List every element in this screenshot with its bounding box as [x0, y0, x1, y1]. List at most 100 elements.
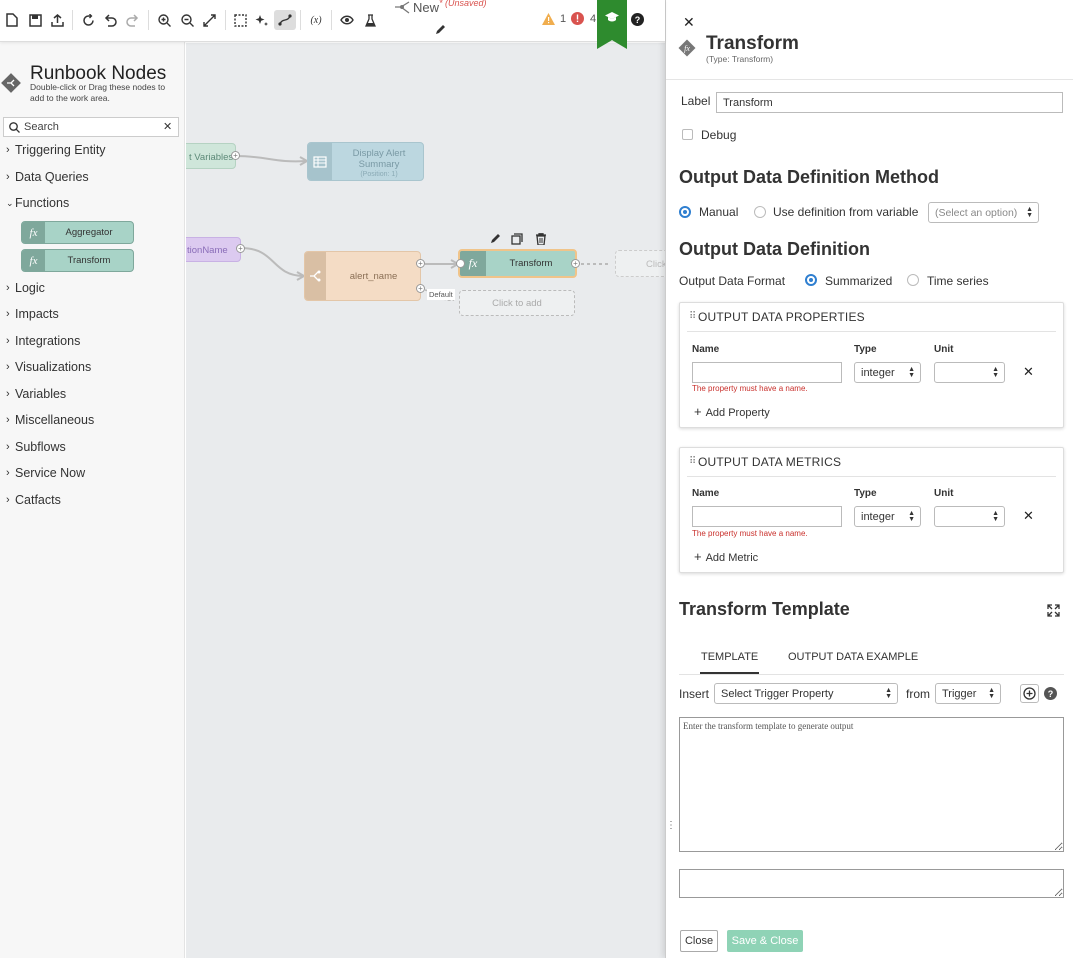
click-to-add-node[interactable]: Click to add [459, 290, 575, 316]
remove-property-icon[interactable]: ✕ [1023, 364, 1034, 380]
output-port[interactable]: + [571, 259, 580, 268]
node-search-input[interactable] [24, 120, 154, 134]
format-summarized-radio[interactable] [805, 274, 817, 286]
output-port[interactable]: + [231, 151, 240, 160]
search-icon [9, 122, 20, 133]
close-icon[interactable]: ✕ [683, 14, 695, 31]
canvas-node-set-variables[interactable]: t Variables [186, 143, 236, 169]
category-miscellaneous[interactable]: › Miscellaneous [6, 413, 94, 427]
insert-source-select[interactable]: Trigger ▲ ▼ [935, 683, 1001, 704]
category-service-now[interactable]: › Service Now [6, 466, 85, 480]
export-icon[interactable] [47, 10, 67, 30]
variables-icon[interactable]: (x) [305, 10, 327, 30]
category-integrations[interactable]: › Integrations [6, 334, 80, 348]
property-type-select[interactable]: integer ▲ ▼ [854, 362, 921, 383]
metric-unit-select[interactable]: ▲ ▼ [934, 506, 1005, 527]
label-field-label: Label [681, 94, 711, 108]
edit-pencil-icon[interactable] [489, 233, 501, 245]
flow-title[interactable]: New [413, 0, 439, 15]
category-functions[interactable]: ⌄ Functions [6, 196, 69, 210]
edit-pencil-icon[interactable] [434, 24, 446, 36]
column-header-name: Name [692, 344, 720, 355]
click-to-add-node[interactable]: Click [615, 250, 665, 277]
column-header-name: Name [692, 488, 720, 499]
panel-type-label: (Type: Transform) [706, 54, 774, 64]
canvas-node-condition[interactable]: tionName [186, 237, 241, 262]
undo-icon[interactable] [100, 10, 120, 30]
drag-handle-icon[interactable]: ⠿ [689, 311, 696, 322]
clear-search-icon[interactable]: ✕ [163, 120, 172, 133]
tab-output-data-example[interactable]: OUTPUT DATA EXAMPLE [788, 651, 918, 663]
input-port[interactable] [456, 259, 465, 268]
metric-type-select[interactable]: integer ▲ ▼ [854, 506, 921, 527]
insert-button[interactable] [1020, 684, 1039, 703]
duplicate-icon[interactable] [511, 233, 523, 245]
resize-handle[interactable]: ⋮ [666, 820, 676, 831]
preview-icon[interactable] [337, 10, 357, 30]
canvas-node-display-alert-summary[interactable]: Display Alert Summary (Position: 1) [307, 142, 424, 181]
expand-icon[interactable] [1047, 604, 1060, 617]
category-data-queries[interactable]: › Data Queries [6, 170, 89, 184]
category-variables[interactable]: › Variables [6, 387, 66, 401]
toolbar: (x) New * (Unsaved) 1 4 ? [0, 0, 665, 49]
category-subflows[interactable]: › Subflows [6, 440, 66, 454]
category-catfacts[interactable]: › Catfacts [6, 493, 61, 507]
test-icon[interactable] [360, 10, 380, 30]
canvas-node-alert-name[interactable]: alert_name [304, 251, 421, 301]
connector-icon[interactable] [274, 10, 296, 30]
variable-select[interactable]: (Select an option) ▲ ▼ [928, 202, 1039, 223]
help-icon[interactable]: ? [1044, 687, 1057, 700]
svg-text:?: ? [635, 15, 641, 25]
chevron-right-icon: › [6, 414, 10, 426]
add-metric-button[interactable]: + Add Metric [694, 549, 758, 564]
auto-layout-icon[interactable] [252, 10, 272, 30]
output-port[interactable]: + [416, 259, 425, 268]
plus-icon: + [694, 549, 702, 564]
select-area-icon[interactable] [230, 10, 250, 30]
category-impacts[interactable]: › Impacts [6, 307, 59, 321]
save-icon[interactable] [25, 10, 45, 30]
property-unit-select[interactable]: ▲ ▼ [934, 362, 1005, 383]
node-properties-panel: ✕ fx Transform (Type: Transform) Label T… [665, 0, 1073, 958]
zoom-out-icon[interactable] [177, 10, 197, 30]
insert-property-select[interactable]: Select Trigger Property ▲ ▼ [714, 683, 898, 704]
output-port[interactable]: + [236, 244, 245, 253]
metric-name-input[interactable] [692, 506, 842, 527]
help-icon[interactable]: ? [631, 13, 644, 26]
debug-checkbox[interactable] [682, 129, 693, 140]
workflow-canvas[interactable]: t Variables + Display Alert Summary (Pos… [186, 43, 665, 958]
remove-metric-icon[interactable]: ✕ [1023, 508, 1034, 524]
zoom-in-icon[interactable] [154, 10, 174, 30]
method-variable-radio[interactable] [754, 206, 766, 218]
category-triggering-entity[interactable]: › Triggering Entity [6, 143, 106, 157]
svg-text:?: ? [1048, 689, 1054, 699]
method-manual-radio[interactable] [679, 206, 691, 218]
fit-screen-icon[interactable] [199, 10, 219, 30]
palette-node-transform[interactable]: fx Transform [21, 249, 134, 272]
redo-icon[interactable] [122, 10, 142, 30]
add-property-button[interactable]: + Add Property [694, 404, 770, 419]
category-visualizations[interactable]: › Visualizations [6, 360, 91, 374]
new-file-icon[interactable] [2, 10, 22, 30]
property-name-input[interactable] [692, 362, 842, 383]
tab-template[interactable]: TEMPLATE [699, 651, 760, 674]
category-logic[interactable]: › Logic [6, 281, 45, 295]
format-timeseries-radio[interactable] [907, 274, 919, 286]
template-preview[interactable] [679, 869, 1064, 898]
error-icon[interactable] [571, 12, 584, 25]
refresh-icon[interactable] [78, 10, 98, 30]
label-input[interactable]: Transform [716, 92, 1063, 113]
learn-ribbon[interactable] [597, 0, 627, 49]
warning-icon[interactable] [542, 13, 555, 25]
close-button[interactable]: Close [680, 930, 718, 952]
canvas-node-transform[interactable]: fx Transform [458, 249, 577, 278]
select-arrows-icon: ▲ ▼ [885, 686, 892, 700]
drag-handle-icon[interactable]: ⠿ [689, 456, 696, 467]
output-port[interactable]: + [416, 284, 425, 293]
trash-icon[interactable] [535, 233, 547, 245]
column-header-unit: Unit [934, 488, 954, 499]
template-editor[interactable] [679, 717, 1064, 852]
palette-node-aggregator[interactable]: fx Aggregator [21, 221, 134, 244]
chevron-right-icon: › [6, 308, 10, 320]
save-and-close-button[interactable]: Save & Close [727, 930, 803, 952]
